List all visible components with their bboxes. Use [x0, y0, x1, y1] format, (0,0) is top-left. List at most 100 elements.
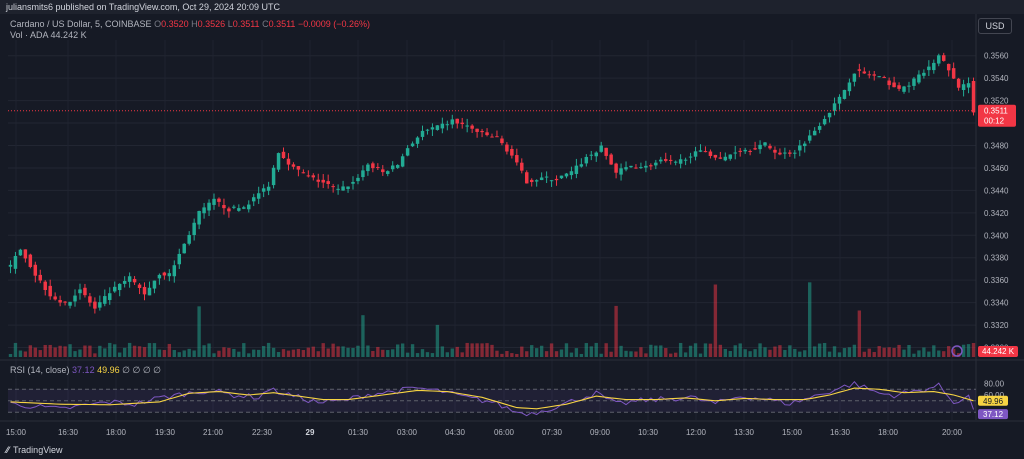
- volume-bar: [242, 343, 246, 357]
- candle-body: [897, 85, 901, 89]
- candle-body: [966, 83, 971, 88]
- candle-body: [157, 274, 162, 279]
- volume-bar: [882, 347, 886, 357]
- volume-bar: [113, 344, 117, 357]
- candle-body: [152, 280, 157, 289]
- price-tick-label: 0.3320: [984, 321, 1009, 330]
- candle-body: [43, 281, 47, 290]
- volume-bar: [266, 342, 271, 357]
- candle-body: [569, 171, 574, 176]
- candle-body: [683, 159, 688, 161]
- candle-body: [743, 149, 747, 152]
- volume-bar: [162, 349, 167, 357]
- time-tick-label: 01:30: [348, 428, 369, 437]
- candle-body: [410, 143, 415, 147]
- candle-body: [748, 150, 752, 152]
- candle-body: [182, 243, 186, 254]
- candle-body: [63, 301, 67, 303]
- volume-bar: [301, 350, 306, 357]
- volume-bar: [321, 343, 325, 357]
- price-tick-label: 0.3380: [984, 254, 1009, 263]
- time-tick-label: 15:00: [782, 428, 803, 437]
- candle-body: [807, 135, 812, 141]
- candle-body: [733, 152, 737, 154]
- candle-body: [951, 68, 956, 79]
- price-tick-label: 0.3340: [984, 299, 1009, 308]
- volume-bar: [281, 349, 286, 357]
- volume-bar: [197, 306, 201, 357]
- volume-bar: [83, 345, 87, 357]
- candle-body: [882, 77, 886, 79]
- candle-body: [495, 136, 499, 138]
- volume-bar: [68, 344, 72, 357]
- volume-bar: [445, 352, 450, 357]
- volume-bar: [971, 343, 976, 357]
- candle-body: [167, 273, 172, 277]
- volume-bar: [738, 343, 742, 357]
- volume-bar: [748, 351, 752, 357]
- candle-body: [619, 168, 623, 175]
- volume-bar: [544, 351, 549, 357]
- volume-bar: [291, 349, 296, 357]
- candle-body: [847, 82, 852, 92]
- candle-body: [798, 145, 802, 151]
- volume-bar: [271, 347, 276, 357]
- volume-bar: [98, 345, 102, 357]
- volume-bar: [842, 348, 847, 357]
- candle-body: [763, 142, 767, 146]
- volume-bar: [822, 342, 827, 357]
- candle-body: [261, 188, 266, 192]
- candle-body: [688, 156, 693, 158]
- volume-bar: [137, 346, 142, 357]
- rsi-label[interactable]: RSI (14, close): [10, 365, 70, 375]
- volume-bar: [966, 344, 971, 357]
- volume-bar: [361, 315, 365, 357]
- candle-body: [857, 69, 862, 71]
- volume-bar: [356, 345, 360, 357]
- candle-body: [778, 152, 782, 155]
- candle-body: [579, 164, 584, 167]
- price-tick-label: 0.3460: [984, 164, 1009, 173]
- volume-bar: [639, 347, 643, 357]
- candle-body: [520, 162, 524, 171]
- candle-body: [788, 152, 792, 154]
- candle-body: [614, 163, 618, 173]
- candle-body: [832, 103, 837, 111]
- volume-bar: [698, 353, 703, 357]
- volume-bar: [103, 348, 107, 357]
- candle-body: [837, 96, 842, 104]
- volume-bar: [172, 350, 176, 357]
- candle-body: [946, 63, 951, 71]
- candle-body: [351, 181, 355, 184]
- volume-bar: [827, 351, 832, 357]
- volume-bar: [872, 352, 876, 357]
- volume-bar: [937, 350, 941, 357]
- volume-bar: [897, 344, 901, 357]
- volume-bar: [599, 353, 603, 357]
- candle-body: [678, 159, 683, 164]
- volume-bar: [922, 347, 926, 357]
- candle-body: [515, 155, 519, 163]
- candle-body: [539, 177, 544, 181]
- volume-bar: [182, 350, 186, 357]
- volume-bar: [122, 347, 127, 357]
- volume-bar: [261, 346, 266, 357]
- candle-body: [242, 207, 246, 209]
- time-tick-label: 16:30: [830, 428, 851, 437]
- candle-body: [872, 74, 876, 76]
- volume-bar: [118, 352, 122, 357]
- time-tick-label: 18:00: [878, 428, 899, 437]
- volume-bar: [693, 343, 698, 357]
- candle-body: [609, 154, 613, 165]
- candle-body: [961, 84, 966, 90]
- candle-body: [758, 144, 762, 150]
- volume-bar: [48, 344, 52, 357]
- time-tick-label: 10:30: [638, 428, 659, 437]
- price-chart[interactable]: 0.35600.35400.35200.35000.34800.34600.34…: [0, 0, 1024, 459]
- volume-bar: [902, 349, 906, 357]
- candle-body: [227, 208, 231, 212]
- volume-bar: [38, 350, 42, 357]
- candle-body: [559, 175, 564, 179]
- candle-body: [500, 138, 504, 144]
- volume-bar: [728, 351, 732, 357]
